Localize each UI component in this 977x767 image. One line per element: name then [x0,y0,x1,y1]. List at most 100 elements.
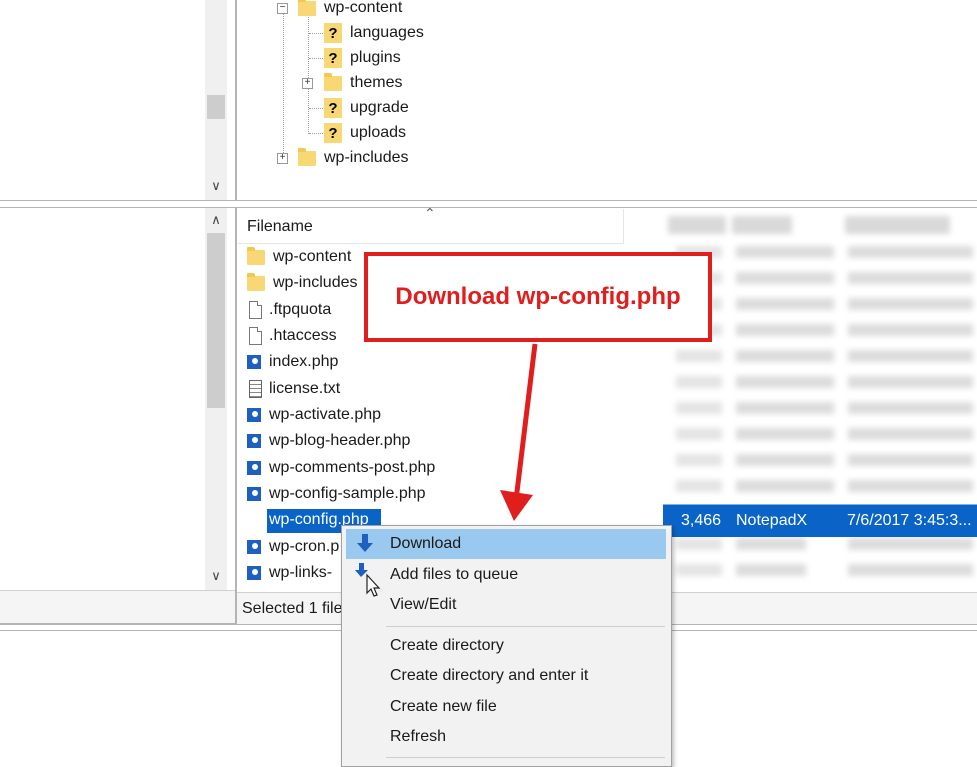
menu-item-download[interactable]: Download [346,529,666,559]
menu-item-label: View/Edit [390,596,457,613]
menu-item-create-directory[interactable]: Create directory [346,631,666,661]
tree-item-wp-includes[interactable]: wp-includes [298,147,408,169]
left-list-scrollbar[interactable]: ∧ ∨ [205,208,227,590]
folder-icon [298,147,316,166]
file-name: wp-activate.php [269,406,382,423]
folder-icon [324,72,342,91]
menu-item-create-new-file[interactable]: Create new file [346,692,666,722]
file-name: wp-cron.p [269,538,340,555]
tree-line [308,14,309,134]
tree-item-languages[interactable]: ? languages [324,22,424,44]
menu-item-label: Create directory [390,637,504,654]
scroll-down-icon[interactable]: ∨ [206,178,226,194]
menu-item-label: Download [390,535,462,552]
php-file-icon [247,408,261,422]
php-file-icon [247,566,261,580]
text-file-icon [249,380,262,398]
file-row-wp-config-sample[interactable]: wp-config-sample.php [247,481,667,507]
tree-expand-icon[interactable]: + [277,153,288,164]
folder-icon [247,246,265,265]
annotation-arrow [500,343,538,521]
file-name: wp-blog-header.php [269,432,411,449]
blurred-type-column [736,246,834,496]
callout-text: Download wp-config.php [395,283,681,310]
blurred-column-header [732,216,792,234]
file-name: index.php [269,353,339,370]
menu-item-label: Create directory and enter it [390,667,589,684]
tree-item-themes[interactable]: themes [324,72,402,94]
annotation-callout: Download wp-config.php [364,252,712,342]
blurred-type-column [736,538,806,584]
file-name: wp-content [273,248,352,265]
column-header-label: Filename [247,218,313,235]
file-row-wp-blog-header[interactable]: wp-blog-header.php [247,428,667,454]
tree-item-label: plugins [350,49,401,66]
php-file-icon [247,487,261,501]
file-name: .ftpquota [269,301,332,318]
tree-item-plugins[interactable]: ? plugins [324,47,401,69]
tree-line [283,14,284,159]
tree-expand-icon[interactable]: + [302,78,313,89]
unknown-folder-icon: ? [324,123,342,143]
menu-separator [386,757,665,758]
blurred-date-column [848,538,973,584]
scroll-down-icon[interactable]: ∨ [206,568,226,584]
php-file-icon [247,540,261,554]
download-arrow-icon [357,534,373,552]
menu-item-create-directory-enter[interactable]: Create directory and enter it [346,661,666,691]
file-icon [249,301,262,319]
tree-item-label: wp-content [324,0,403,16]
blurred-size-column [676,538,722,584]
selected-file-type: NotepadX [736,512,808,529]
selection-status: Selected 1 file [242,600,343,617]
menu-item-add-to-queue[interactable]: Add files to queue [346,560,666,597]
menu-item-view-edit[interactable]: View/Edit [346,590,666,620]
folder-icon [247,272,265,291]
menu-item-label: Add files to queue [390,566,519,583]
file-name: license.txt [269,380,341,397]
tree-line [309,133,323,134]
tree-item-uploads[interactable]: ? uploads [324,122,406,144]
blurred-date-column [848,246,973,496]
tree-item-label: wp-includes [324,149,409,166]
file-row-wp-comments-post[interactable]: wp-comments-post.php [247,455,667,481]
unknown-folder-icon: ? [324,48,342,68]
tree-item-label: uploads [350,124,407,141]
tree-item-label: upgrade [350,99,409,116]
blurred-column-header [845,216,950,234]
filename-column-header[interactable]: ⌃ Filename [238,205,624,244]
file-name: wp-includes [273,274,358,291]
tree-line [309,58,323,59]
unknown-folder-icon: ? [324,98,342,118]
unknown-folder-icon: ? [324,23,342,43]
file-name: wp-comments-post.php [269,459,436,476]
left-tree-scrollbar[interactable]: ∨ [205,0,227,200]
menu-separator [386,626,665,627]
menu-item-label: Refresh [390,728,447,745]
tree-item-label: themes [350,74,403,91]
menu-item-refresh[interactable]: Refresh [346,722,666,752]
sort-ascending-icon: ⌃ [424,205,436,221]
tree-item-label: languages [350,24,424,41]
pane-divider [235,208,237,623]
pane-divider [235,0,237,200]
file-row-index-php[interactable]: index.php [247,349,667,375]
file-row-license-txt[interactable]: license.txt [249,376,669,402]
scrollbar-thumb[interactable] [207,95,225,119]
tree-collapse-icon[interactable]: − [277,3,288,14]
tree-line [309,108,323,109]
file-row-wp-activate[interactable]: wp-activate.php [247,402,667,428]
tree-item-upgrade[interactable]: ? upgrade [324,97,409,119]
menu-item-label: Create new file [390,698,497,715]
file-name: wp-links- [269,564,333,581]
scrollbar-thumb[interactable] [207,233,225,408]
file-name: wp-config-sample.php [269,485,426,502]
pane-divider [0,207,977,208]
context-menu: Download Add files to queue View/Edit Cr… [341,525,672,767]
tree-item-wp-content[interactable]: wp-content [298,0,402,19]
pane-divider [0,200,977,201]
blurred-column-header [668,216,726,234]
folder-icon [298,0,316,16]
scroll-up-icon[interactable]: ∧ [206,212,226,228]
php-file-icon [247,355,261,369]
